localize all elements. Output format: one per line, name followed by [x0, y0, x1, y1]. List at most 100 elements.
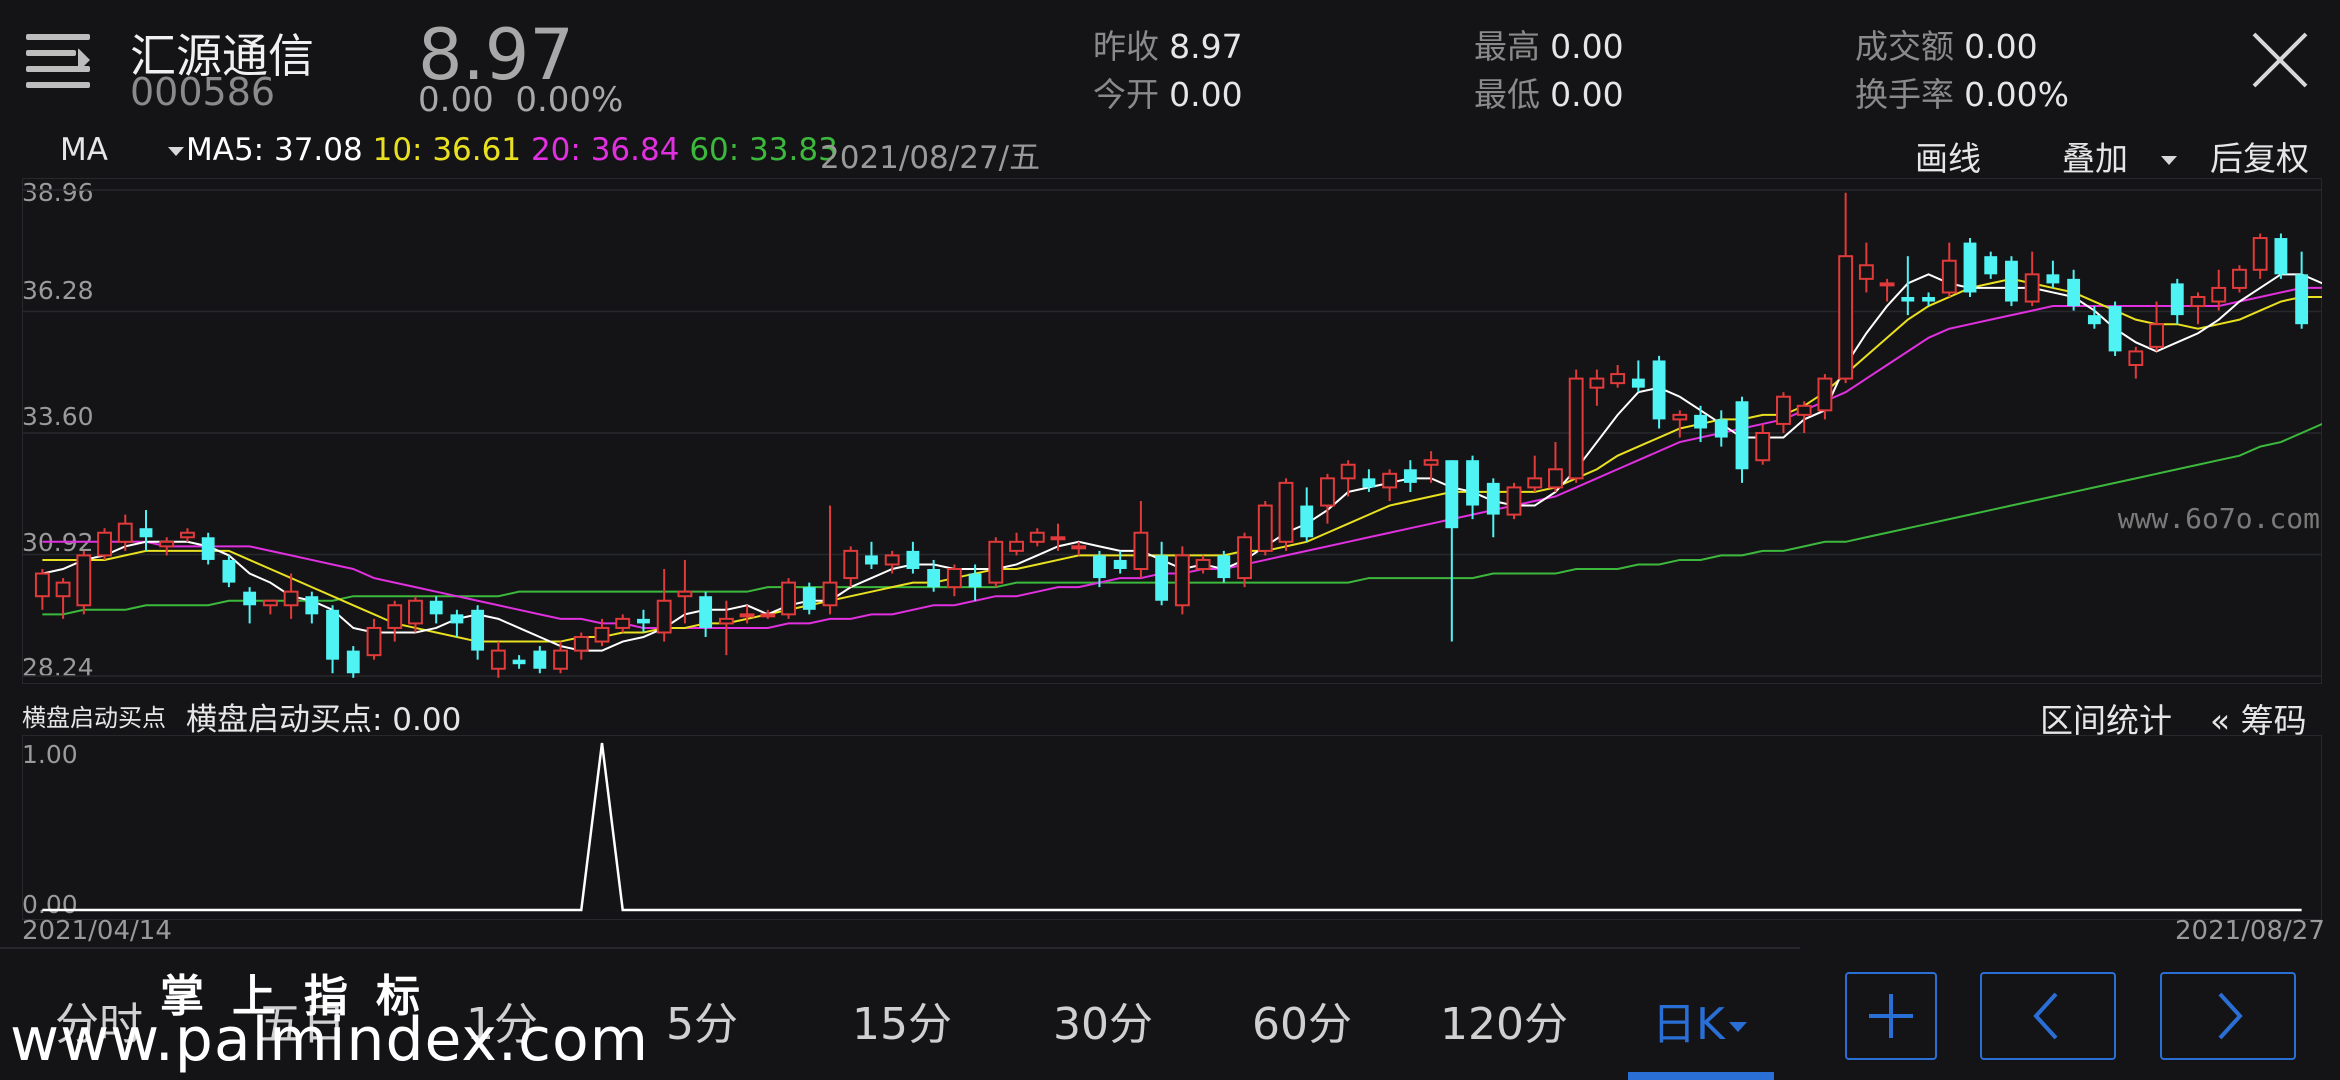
candle-body — [1901, 296, 1915, 302]
tab-15min[interactable]: 15分 — [852, 988, 952, 1052]
next-button[interactable] — [2160, 972, 2296, 1060]
candle — [366, 618, 382, 660]
candle-body — [553, 649, 568, 670]
candle — [1382, 469, 1398, 502]
indicator-line — [42, 742, 2302, 912]
candle — [262, 599, 278, 615]
candle-body — [843, 549, 859, 580]
candle — [1506, 482, 1522, 520]
candle-body — [2087, 315, 2101, 325]
indicator-grid — [22, 735, 2322, 920]
candle-body — [822, 581, 838, 607]
stat-open: 今开 0.00 — [1093, 75, 1243, 114]
candle-body — [802, 587, 816, 610]
candle-body — [533, 650, 547, 669]
stat-turnover-amount: 成交额 0.00 — [1855, 27, 2038, 66]
tab-60min[interactable]: 60分 — [1252, 988, 1352, 1052]
candle — [2190, 292, 2206, 325]
candle — [1029, 528, 1045, 547]
candle — [2108, 301, 2122, 356]
menu-icon[interactable] — [26, 34, 90, 90]
candle — [1257, 501, 1273, 556]
price-change: 0.00 0.00% — [418, 80, 623, 120]
candle-body — [1195, 558, 1211, 571]
candle-body — [1963, 242, 1977, 293]
cursor-date: 2021/08/27/五 — [820, 140, 1041, 176]
candle-body — [243, 591, 257, 606]
overlay-button[interactable]: 叠加 — [2062, 132, 2177, 180]
candle-body — [222, 559, 236, 583]
candle-body — [1672, 413, 1688, 421]
tab-30min[interactable]: 30分 — [1053, 988, 1153, 1052]
candle-body — [34, 572, 50, 598]
candle-body — [283, 590, 299, 607]
tab-5min[interactable]: 5分 — [666, 988, 738, 1052]
candle — [637, 609, 650, 633]
candle — [843, 546, 859, 588]
ma20-value: 20: 36.84 — [530, 132, 680, 168]
candle — [1776, 392, 1791, 433]
indicator-chart[interactable] — [22, 735, 2322, 920]
prev-button[interactable] — [1980, 972, 2116, 1060]
indicator-frame — [22, 735, 2322, 920]
candle-body — [1776, 395, 1791, 425]
candle-body — [1527, 477, 1543, 489]
candle — [573, 632, 589, 660]
chart-grid — [22, 178, 2322, 684]
tab-120min[interactable]: 120分 — [1440, 988, 1568, 1052]
add-button[interactable] — [1845, 972, 1937, 1060]
candle — [822, 505, 838, 615]
candle — [1984, 251, 1998, 279]
candle-body — [1174, 554, 1190, 607]
candle-body — [471, 609, 485, 651]
candle-body — [2067, 278, 2081, 307]
candle-body — [2024, 273, 2040, 303]
candle-body — [1340, 463, 1356, 480]
candle — [1071, 541, 1087, 556]
candle-body — [139, 528, 153, 538]
candle-body — [1009, 540, 1024, 552]
candle-body — [2211, 286, 2227, 303]
candle-body — [1300, 505, 1314, 538]
candle — [2067, 269, 2081, 311]
candle — [1901, 256, 1915, 316]
draw-line-button[interactable]: 画线 — [1915, 132, 1981, 180]
candle — [471, 605, 485, 660]
candle-body — [305, 596, 319, 615]
tab-daily-k[interactable]: 日K — [1652, 988, 1747, 1052]
candle-body — [1631, 378, 1645, 388]
candle — [2252, 233, 2268, 279]
candle-body — [1548, 468, 1563, 489]
chevron-right-icon — [2218, 992, 2243, 1040]
kline-chart[interactable] — [22, 178, 2322, 684]
candle — [2005, 256, 2018, 307]
candle — [1133, 501, 1149, 579]
candle-body — [1735, 401, 1749, 470]
candle — [1568, 369, 1584, 483]
candle — [97, 528, 112, 560]
candle — [1278, 478, 1294, 551]
candle — [906, 541, 920, 574]
candle-body — [1941, 259, 1957, 294]
candle — [988, 537, 1004, 588]
candle-body — [1838, 255, 1854, 380]
ma-values: MA5: 37.08 10: 36.61 20: 36.84 60: 33.83 — [186, 132, 838, 168]
ma-selector[interactable]: MA — [60, 132, 184, 168]
candle-body — [366, 626, 382, 657]
close-icon[interactable] — [2250, 30, 2310, 90]
adjust-button[interactable]: 后复权 — [2210, 132, 2309, 180]
candle-body — [1382, 472, 1398, 489]
candle — [305, 591, 319, 624]
stat-prev-close: 昨收 8.97 — [1093, 27, 1243, 66]
candle-body — [2252, 237, 2268, 271]
candle — [1320, 473, 1335, 524]
candle-body — [55, 581, 71, 598]
x-end-date: 2021/08/27 — [2175, 916, 2325, 946]
candle-body — [1029, 531, 1045, 543]
candle — [34, 569, 50, 610]
active-tab-indicator — [1628, 1072, 1774, 1080]
candle-body — [1589, 377, 1605, 389]
candle — [946, 564, 962, 597]
candle-body — [988, 540, 1004, 584]
candle — [615, 614, 631, 633]
